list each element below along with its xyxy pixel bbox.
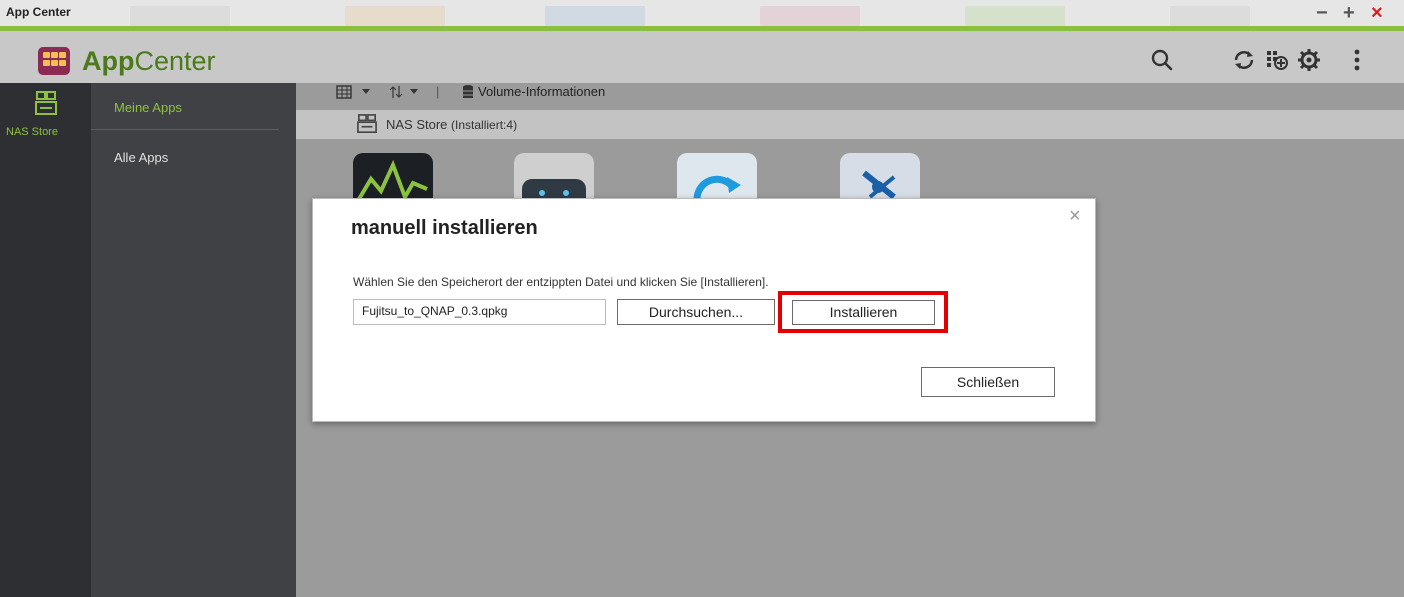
background-banner [130,6,230,26]
sort-icon[interactable] [388,85,404,99]
app-title-rest: Center [134,46,216,76]
toolbar-separator: | [436,84,440,99]
background-banner [760,6,860,26]
maximize-button[interactable]: + [1343,3,1355,23]
background-banner [1170,6,1250,26]
section-title-text: NAS Store [386,117,448,132]
app-tile-robot[interactable] [514,153,594,203]
app-title-bold: App [82,46,135,76]
app-header: AppCenter [0,31,1404,83]
more-options-icon[interactable] [1344,47,1370,73]
sync-icon [693,175,741,200]
background-banner [965,6,1065,26]
grid-view-icon[interactable] [336,85,352,99]
side-menu: Meine Apps Alle Apps [91,83,296,597]
app-tile-network[interactable] [840,153,920,203]
app-tile-monitor[interactable] [353,153,433,203]
manual-install-dialog: manuell installieren × Wählen Sie den Sp… [312,198,1096,422]
activity-chart-icon [357,159,428,202]
background-banner [345,6,445,26]
chevron-down-icon[interactable] [410,89,418,95]
menu-item-alle-apps[interactable]: Alle Apps [114,150,168,165]
section-header: NAS Store (Installiert:4) [296,110,1404,139]
left-icon-rail: NAS Store [0,83,91,597]
chevron-down-icon[interactable] [362,89,370,95]
robot-icon [522,179,586,203]
installed-count: (Installiert:4) [451,118,518,132]
app-tile-sync[interactable] [677,153,757,203]
nas-store-icon [357,114,377,133]
background-banner [545,6,645,26]
nas-store-icon [35,91,57,115]
network-icon [862,170,896,200]
dialog-title: manuell installieren [351,217,538,239]
volume-info-link[interactable]: Volume-Informationen [478,84,605,99]
dialog-description: Wählen Sie den Speicherort der entzippte… [353,275,769,289]
database-icon [463,85,473,98]
minimize-button[interactable]: − [1316,3,1328,23]
install-highlight-box [778,291,948,333]
app-title: AppCenter [82,46,216,77]
menu-divider [91,129,279,130]
settings-gear-icon[interactable] [1296,47,1322,73]
file-path-field[interactable]: Fujitsu_to_QNAP_0.3.qpkg [353,299,606,325]
install-manually-icon[interactable] [1264,47,1290,73]
section-title: NAS Store (Installiert:4) [386,117,517,132]
nav-nas-store[interactable]: NAS Store [0,91,91,138]
close-window-button[interactable]: × [1371,3,1383,23]
window-title-bar: App Center − + × [0,0,1404,31]
search-icon[interactable] [1149,47,1175,73]
dialog-close-icon[interactable]: × [1069,206,1081,226]
refresh-icon[interactable] [1231,47,1257,73]
window-title: App Center [6,5,71,19]
appcenter-logo-icon [38,47,70,75]
browse-button[interactable]: Durchsuchen... [617,299,775,325]
nav-nas-store-label: NAS Store [6,126,58,138]
menu-item-meine-apps[interactable]: Meine Apps [114,100,182,115]
close-dialog-button[interactable]: Schließen [921,367,1055,397]
